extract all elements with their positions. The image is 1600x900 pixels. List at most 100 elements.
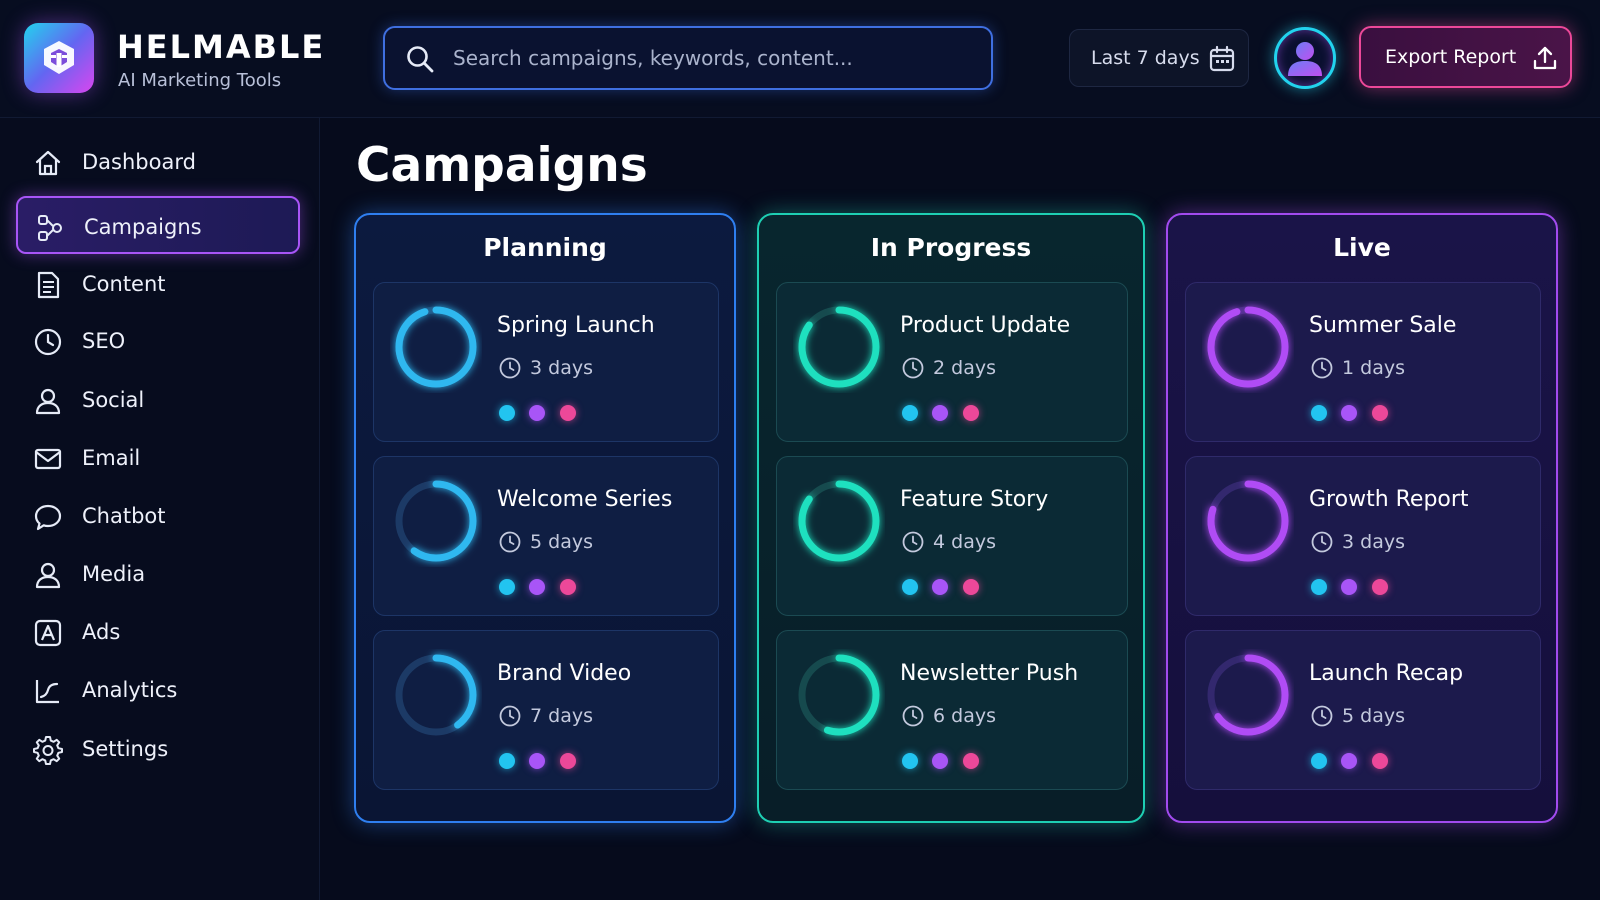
campaign-title: Summer Sale — [1309, 313, 1457, 338]
campaign-duration: 5 days — [1342, 705, 1405, 727]
mail-icon — [34, 448, 62, 470]
date-range-label: Last 7 days — [1091, 47, 1200, 69]
campaign-duration: 4 days — [933, 531, 996, 553]
clock-icon — [499, 705, 521, 727]
campaign-card[interactable]: Summer Sale 1 days — [1185, 282, 1541, 442]
status-dot-cyan — [1311, 753, 1327, 769]
status-dot-pink — [1372, 405, 1388, 421]
progress-ring — [395, 480, 477, 562]
campaign-card[interactable]: Feature Story 4 days — [776, 456, 1128, 616]
sidebar-item-label: Content — [82, 272, 166, 296]
status-dot-cyan — [1311, 405, 1327, 421]
sidebar-item-chatbot[interactable]: Chatbot — [16, 487, 300, 545]
sidebar-item-campaigns[interactable]: Campaigns — [16, 196, 300, 254]
status-dot-purple — [1341, 753, 1357, 769]
sidebar-item-media[interactable]: Media — [16, 545, 300, 603]
progress-ring — [1207, 306, 1289, 388]
sidebar-item-label: Ads — [82, 620, 121, 644]
search-icon — [407, 46, 434, 73]
helm-logo-icon — [44, 41, 74, 74]
status-dot-cyan — [499, 579, 515, 595]
user-icon — [35, 388, 61, 415]
campaign-card[interactable]: Launch Recap 5 days — [1185, 630, 1541, 790]
gear-icon — [33, 736, 63, 765]
status-dot-purple — [529, 405, 545, 421]
export-report-label: Export Report — [1385, 46, 1517, 68]
clock-icon — [902, 705, 924, 727]
status-dot-pink — [560, 753, 576, 769]
analytics-icon — [35, 680, 59, 704]
search-bar[interactable] — [383, 26, 993, 90]
brand-subtitle: AI Marketing Tools — [118, 70, 282, 91]
campaign-duration: 2 days — [933, 357, 996, 379]
board-column-live: Live Summer Sale 1 days Growth Report 3 … — [1166, 213, 1558, 823]
clock-icon — [902, 531, 924, 553]
calendar-icon — [1209, 45, 1235, 72]
status-dot-cyan — [499, 753, 515, 769]
sidebar-item-analytics[interactable]: Analytics — [16, 661, 300, 719]
campaign-duration: 1 days — [1342, 357, 1405, 379]
status-dot-purple — [529, 579, 545, 595]
sidebar-item-label: SEO — [82, 329, 126, 353]
campaign-card[interactable]: Growth Report 3 days — [1185, 456, 1541, 616]
clock-icon — [902, 357, 924, 379]
campaign-card[interactable]: Product Update 2 days — [776, 282, 1128, 442]
export-report-button[interactable]: Export Report — [1359, 26, 1572, 88]
campaign-card[interactable]: Brand Video 7 days — [373, 630, 719, 790]
progress-ring — [395, 654, 477, 736]
board-column-planning: Planning Spring Launch 3 days Welcome Se… — [354, 213, 736, 823]
status-dot-cyan — [902, 579, 918, 595]
date-range-button[interactable]: Last 7 days — [1069, 29, 1249, 87]
campaign-card[interactable]: Welcome Series 5 days — [373, 456, 719, 616]
sidebar-item-ads[interactable]: Ads — [16, 603, 300, 661]
status-dot-pink — [963, 579, 979, 595]
campaign-title: Newsletter Push — [900, 661, 1079, 686]
sidebar-item-seo[interactable]: SEO — [16, 312, 300, 370]
sidebar-item-social[interactable]: Social — [16, 371, 300, 429]
sidebar-item-label: Email — [82, 446, 141, 470]
clock-icon — [499, 531, 521, 553]
status-dot-purple — [932, 405, 948, 421]
campaign-duration: 5 days — [530, 531, 593, 553]
sidebar-item-email[interactable]: Email — [16, 429, 300, 487]
search-input[interactable] — [453, 40, 973, 76]
campaign-title: Feature Story — [900, 487, 1049, 512]
sidebar-item-dashboard[interactable]: Dashboard — [16, 133, 300, 191]
status-dot-purple — [932, 579, 948, 595]
column-title: In Progress — [870, 233, 1032, 262]
progress-ring — [1207, 480, 1289, 562]
sidebar-item-label: Analytics — [82, 678, 178, 702]
sidebar-item-label: Settings — [82, 737, 169, 761]
status-dot-cyan — [1311, 579, 1327, 595]
status-dot-purple — [1341, 405, 1357, 421]
campaign-duration: 7 days — [530, 705, 593, 727]
status-dot-pink — [1372, 579, 1388, 595]
campaign-title: Launch Recap — [1309, 661, 1464, 686]
user-avatar[interactable] — [1274, 27, 1336, 89]
status-dot-pink — [560, 579, 576, 595]
sidebar-item-label: Campaigns — [84, 215, 202, 239]
campaign-duration: 3 days — [1342, 531, 1405, 553]
sidebar-item-content[interactable]: Content — [16, 255, 300, 313]
sidebar-item-label: Chatbot — [82, 504, 166, 528]
campaign-card[interactable]: Newsletter Push 6 days — [776, 630, 1128, 790]
clock-icon — [1311, 705, 1333, 727]
status-dot-purple — [1341, 579, 1357, 595]
status-dot-cyan — [902, 405, 918, 421]
column-title: Live — [1333, 233, 1391, 262]
campaigns-icon — [38, 215, 62, 241]
brand-logo[interactable] — [24, 23, 94, 93]
ads-icon — [34, 619, 62, 647]
sidebar-item-label: Social — [82, 388, 145, 412]
progress-ring — [798, 654, 880, 736]
campaign-title: Welcome Series — [497, 487, 673, 512]
status-dot-pink — [963, 405, 979, 421]
clock-icon — [34, 328, 62, 356]
board-column-in-progress: In Progress Product Update 2 days Featur… — [757, 213, 1145, 823]
brand-name: HELMABLE — [117, 28, 326, 66]
sidebar: Dashboard Campaigns Content SEO Social E… — [0, 118, 320, 900]
campaign-card[interactable]: Spring Launch 3 days — [373, 282, 719, 442]
column-title: Planning — [483, 233, 607, 262]
home-icon — [35, 150, 61, 176]
sidebar-item-settings[interactable]: Settings — [16, 720, 300, 778]
